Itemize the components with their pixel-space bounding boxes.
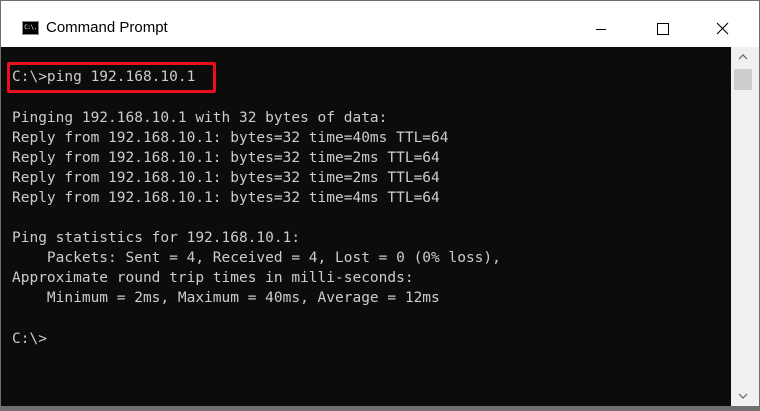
minimize-button[interactable] xyxy=(578,1,624,47)
console-line: Approximate round trip times in milli-se… xyxy=(12,270,414,286)
scroll-up-button[interactable] xyxy=(731,47,759,67)
console-line: Packets: Sent = 4, Received = 4, Lost = … xyxy=(12,250,501,266)
console-line: Minimum = 2ms, Maximum = 40ms, Average =… xyxy=(12,290,440,306)
console-line: Pinging 192.168.10.1 with 32 bytes of da… xyxy=(12,110,388,126)
maximize-button[interactable] xyxy=(639,1,685,47)
title-bar[interactable]: C:\. Command Prompt xyxy=(1,1,759,47)
cmd-icon: C:\. xyxy=(22,21,39,35)
console-line: Ping statistics for 192.168.10.1: xyxy=(12,230,301,246)
maximize-icon xyxy=(657,23,669,35)
scroll-down-button[interactable] xyxy=(731,386,759,406)
console-line: Reply from 192.168.10.1: bytes=32 time=4… xyxy=(12,130,449,146)
console-output[interactable]: C:\>ping 192.168.10.1 Pinging 192.168.10… xyxy=(1,47,731,406)
console-prompt: C:\> xyxy=(12,331,47,347)
close-icon xyxy=(716,22,729,35)
console-line: Reply from 192.168.10.1: bytes=32 time=4… xyxy=(12,190,440,206)
chevron-down-icon xyxy=(738,393,748,399)
scroll-thumb[interactable] xyxy=(734,69,752,90)
console-line: Reply from 192.168.10.1: bytes=32 time=2… xyxy=(12,170,440,186)
chevron-up-icon xyxy=(738,54,748,60)
window-title: Command Prompt xyxy=(46,19,168,36)
minimize-icon xyxy=(596,29,606,30)
close-button[interactable] xyxy=(700,1,746,47)
command-prompt-window: C:\. Command Prompt C:\>ping 192.168.10.… xyxy=(0,0,760,407)
vertical-scrollbar[interactable] xyxy=(731,47,759,406)
command-highlight-box xyxy=(7,62,216,93)
console-line: Reply from 192.168.10.1: bytes=32 time=2… xyxy=(12,150,440,166)
